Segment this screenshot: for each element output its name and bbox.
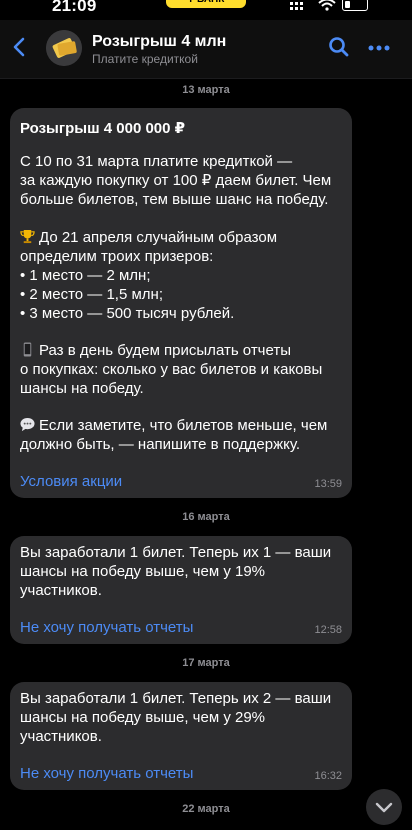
message-text: До 21 апреля случайным образом	[20, 229, 277, 248]
carrier-badge: Т-БАНК	[166, 0, 246, 8]
message-text: участников.	[20, 728, 102, 745]
date-separator: 17 марта	[182, 657, 230, 669]
message-text: Раз в день будем присылать отчеты	[20, 342, 291, 361]
message-text: о покупках: сколько у вас билетов и како…	[20, 361, 323, 378]
chat-subtitle: Платите кредиткой	[92, 52, 198, 66]
message-text: • 2 место — 1,5 млн;	[20, 286, 163, 303]
battery-icon	[342, 0, 368, 11]
message-time: 16:32	[314, 770, 342, 782]
message-time: 12:58	[314, 624, 342, 636]
message-text: шансы на победу.	[20, 380, 144, 397]
date-separator: 16 марта	[182, 511, 230, 523]
unsubscribe-link[interactable]: Не хочу получать отчеты	[20, 619, 193, 636]
message-bubble: Вы заработали 1 билет. Теперь их 2 — ваш…	[10, 682, 352, 790]
status-time: 21:09	[52, 0, 97, 15]
message-text: за каждую покупку от 100 ₽ даем билет. Ч…	[20, 172, 332, 189]
chevron-down-icon	[375, 802, 393, 813]
message-text: Если заметите, что билетов меньше, чем	[20, 417, 327, 436]
message-text: определим троих призеров:	[20, 248, 214, 265]
search-icon[interactable]	[328, 36, 350, 58]
chat-title: Розыгрыш 4 млн	[92, 33, 227, 50]
date-separator: 22 марта	[182, 803, 230, 815]
signal-icon	[290, 2, 303, 10]
wifi-icon	[318, 0, 336, 11]
back-arrow-icon[interactable]	[10, 35, 30, 59]
speech-bubble-icon	[20, 417, 35, 432]
message-text: • 1 место — 2 млн;	[20, 267, 151, 284]
more-icon[interactable]	[368, 45, 390, 51]
phone-icon	[23, 342, 32, 357]
ticket-icon	[46, 30, 82, 66]
message-text: шансы на победу выше, чем у 29%	[20, 709, 266, 726]
status-bar: 21:09 Т-БАНК	[0, 0, 412, 18]
chat-header: Розыгрыш 4 млн Платите кредиткой	[0, 20, 412, 79]
message-bubble: Розыгрыш 4 000 000 ₽ С 10 по 31 марта пл…	[10, 108, 352, 498]
unsubscribe-link[interactable]: Не хочу получать отчеты	[20, 765, 193, 782]
message-text: • 3 место — 500 тысяч рублей.	[20, 305, 235, 322]
scroll-down-button[interactable]	[366, 789, 402, 825]
message-text: больше билетов, тем выше шанс на победу.	[20, 191, 329, 208]
message-text: шансы на победу выше, чем у 19%	[20, 563, 266, 580]
message-time: 13:59	[314, 478, 342, 490]
date-separator: 13 марта	[182, 84, 230, 96]
message-heading: Розыгрыш 4 000 000 ₽	[20, 120, 186, 137]
message-text: Вы заработали 1 билет. Теперь их 1 — ваш…	[20, 544, 332, 561]
message-text: С 10 по 31 марта платите кредиткой —	[20, 153, 293, 170]
message-text: Вы заработали 1 билет. Теперь их 2 — ваш…	[20, 690, 332, 707]
message-text: участников.	[20, 582, 102, 599]
message-text: должно быть, — напишите в поддержку.	[20, 436, 301, 453]
message-bubble: Вы заработали 1 билет. Теперь их 1 — ваш…	[10, 536, 352, 644]
trophy-icon	[20, 229, 35, 244]
chat-avatar[interactable]	[46, 30, 82, 66]
terms-link[interactable]: Условия акции	[20, 473, 122, 490]
